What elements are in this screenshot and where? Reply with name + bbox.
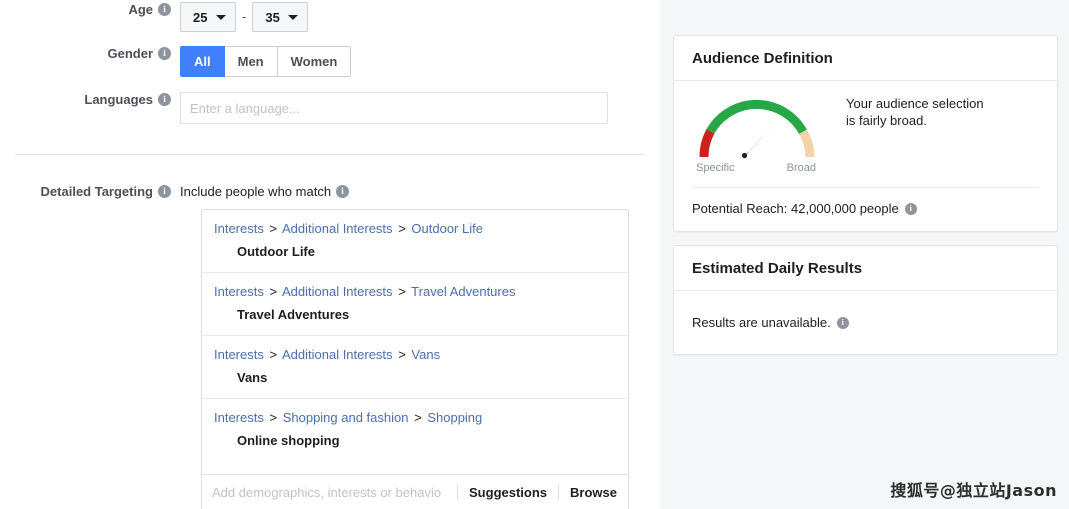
potential-reach: Potential Reach: 42,000,000 people i: [674, 188, 1057, 231]
breadcrumb-crumb[interactable]: Additional Interests: [282, 284, 393, 299]
list-item[interactable]: Interests > Additional Interests > Outdo…: [202, 210, 628, 272]
info-icon[interactable]: i: [904, 202, 917, 215]
include-people-who-match-group: Include people who match i: [180, 184, 350, 199]
info-icon[interactable]: i: [158, 3, 171, 16]
watermark: 搜狐号@独立站Jason: [890, 481, 1057, 500]
breadcrumb: Interests > Additional Interests > Vans: [202, 347, 628, 363]
languages-label-group: Languages i: [0, 92, 180, 107]
interest-name: Vans: [237, 370, 268, 385]
potential-reach-value: 42,000,000 people: [791, 201, 899, 216]
gender-option-women[interactable]: Women: [277, 46, 352, 77]
info-icon[interactable]: i: [836, 316, 849, 329]
info-icon[interactable]: i: [336, 185, 350, 198]
gauge-icon: [699, 99, 815, 159]
breadcrumb: Interests > Additional Interests > Outdo…: [202, 221, 628, 237]
info-icon[interactable]: i: [158, 93, 171, 106]
languages-row: Languages i: [0, 92, 608, 124]
audience-definition-card: Audience Definition Specific Broad Your …: [673, 35, 1058, 232]
age-row: Age i 25 - 35: [0, 2, 309, 32]
gender-option-all[interactable]: All: [180, 46, 225, 77]
breadcrumb-separator: >: [269, 221, 278, 236]
list-item[interactable]: Interests > Additional Interests > Trave…: [202, 272, 628, 335]
languages-input[interactable]: [180, 92, 608, 124]
breadcrumb-crumb[interactable]: Travel Adventures: [411, 284, 515, 299]
breadcrumb-crumb[interactable]: Shopping and fashion: [283, 410, 409, 425]
list-item[interactable]: Interests > Additional Interests > Vans …: [202, 335, 628, 398]
age-max-select[interactable]: 35: [252, 2, 309, 32]
results-status: Results are unavailable. i: [674, 291, 1057, 354]
breadcrumb-crumb[interactable]: Interests: [214, 284, 264, 299]
breadcrumb-separator: >: [269, 410, 278, 425]
interest-name: Online shopping: [237, 433, 340, 448]
breadcrumb-crumb[interactable]: Interests: [214, 347, 264, 362]
breadcrumb-separator: >: [398, 347, 406, 362]
gender-segmented-control: All Men Women: [180, 46, 352, 77]
age-controls: 25 - 35: [180, 2, 309, 32]
breadcrumb-crumb[interactable]: Outdoor Life: [411, 221, 483, 236]
languages-label: Languages: [84, 92, 153, 107]
breadcrumb-separator: >: [269, 284, 278, 299]
breadcrumb-crumb[interactable]: Interests: [214, 221, 264, 236]
estimated-daily-results-body: Results are unavailable. i: [674, 291, 1057, 354]
audience-gauge: Specific Broad: [692, 95, 822, 174]
browse-button[interactable]: Browse: [559, 485, 628, 500]
chevron-down-icon: [216, 15, 226, 20]
estimated-daily-results-title: Estimated Daily Results: [674, 246, 1057, 291]
targeting-search-input[interactable]: [202, 475, 458, 509]
interest-name: Travel Adventures: [237, 307, 350, 322]
breadcrumb-separator: >: [398, 284, 406, 299]
age-label: Age: [128, 2, 153, 17]
breadcrumb-separator: >: [398, 221, 406, 236]
breadcrumb-crumb[interactable]: Vans: [411, 347, 440, 362]
gender-row: Gender i All Men Women: [0, 46, 352, 77]
gender-option-men[interactable]: Men: [224, 46, 278, 77]
age-label-group: Age i: [0, 2, 180, 17]
breadcrumb-crumb[interactable]: Additional Interests: [282, 347, 393, 362]
audience-description: Your audience selection is fairly broad.: [846, 96, 984, 128]
potential-reach-label: Potential Reach:: [692, 201, 788, 216]
breadcrumb: Interests > Shopping and fashion > Shopp…: [202, 410, 628, 426]
potential-reach-text: Potential Reach: 42,000,000 people: [692, 201, 899, 216]
breadcrumb-crumb[interactable]: Shopping: [427, 410, 482, 425]
suggestions-button[interactable]: Suggestions: [458, 485, 558, 500]
results-status-text: Results are unavailable.: [692, 315, 831, 330]
include-people-who-match-label: Include people who match: [180, 184, 332, 199]
breadcrumb: Interests > Additional Interests > Trave…: [202, 284, 628, 300]
audience-definition-body: Specific Broad Your audience selection i…: [674, 81, 1057, 231]
detailed-targeting-row: Detailed Targeting i Include people who …: [0, 184, 350, 199]
gender-label-group: Gender i: [0, 46, 180, 61]
gauge-label-broad: Broad: [786, 162, 816, 174]
detailed-targeting-label-group: Detailed Targeting i: [0, 184, 180, 199]
breadcrumb-crumb[interactable]: Additional Interests: [282, 221, 393, 236]
breadcrumb-separator: >: [414, 410, 422, 425]
audience-gauge-area: Specific Broad Your audience selection i…: [674, 81, 1057, 174]
gauge-label-specific: Specific: [696, 162, 735, 174]
list-item[interactable]: Interests > Shopping and fashion > Shopp…: [202, 398, 628, 461]
gauge-labels: Specific Broad: [692, 162, 822, 174]
audience-form-pane: Age i 25 - 35 Gender i All Men Women Lan…: [0, 0, 660, 509]
targeting-search-bar: Suggestions Browse: [202, 474, 628, 509]
age-range-dash: -: [242, 9, 247, 24]
detailed-targeting-box: Interests > Additional Interests > Outdo…: [201, 209, 629, 509]
audience-summary-pane: Audience Definition Specific Broad Your …: [660, 0, 1069, 509]
breadcrumb-separator: >: [269, 347, 278, 362]
estimated-daily-results-card: Estimated Daily Results Results are unav…: [673, 245, 1058, 355]
age-max-value: 35: [265, 9, 280, 25]
age-min-select[interactable]: 25: [180, 2, 236, 32]
info-icon[interactable]: i: [158, 47, 171, 60]
interest-name: Outdoor Life: [237, 244, 315, 259]
gender-label: Gender: [107, 46, 153, 61]
chevron-down-icon: [288, 15, 299, 20]
breadcrumb-crumb[interactable]: Interests: [214, 410, 264, 425]
age-min-value: 25: [193, 9, 208, 25]
detailed-targeting-label: Detailed Targeting: [40, 184, 153, 199]
info-icon[interactable]: i: [158, 185, 171, 198]
ads-manager-audience-screen: Age i 25 - 35 Gender i All Men Women Lan…: [0, 0, 1069, 509]
audience-definition-title: Audience Definition: [674, 36, 1057, 81]
section-divider: [15, 154, 645, 155]
